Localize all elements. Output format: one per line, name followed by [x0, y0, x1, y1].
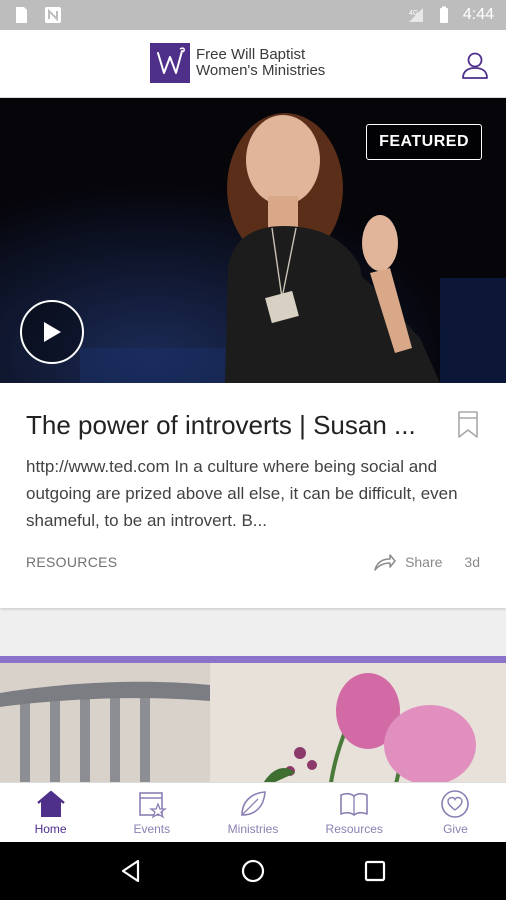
app-screen: 4G 4:44 Free Will Baptist Women's Minist… [0, 0, 506, 900]
app-header: Free Will Baptist Women's Ministries [0, 30, 506, 98]
logo-monogram [150, 43, 190, 83]
back-icon[interactable] [118, 858, 144, 884]
card-body: The power of introverts | Susan ... http… [0, 383, 506, 572]
category-label[interactable]: RESOURCES [26, 554, 117, 570]
hero-image[interactable]: FEATURED [0, 98, 506, 383]
share-label: Share [405, 554, 443, 570]
play-button[interactable] [20, 300, 84, 364]
share-button[interactable]: Share [373, 552, 442, 572]
status-time: 4:44 [462, 6, 494, 23]
svg-text:4G: 4G [409, 10, 418, 17]
nav-ministries-label: Ministries [227, 822, 279, 836]
bookmark-icon[interactable] [456, 410, 480, 440]
logo-w-icon [150, 43, 190, 83]
notification-n-icon [45, 7, 61, 23]
home-icon [36, 790, 65, 817]
nav-give-label: Give [443, 822, 468, 836]
leaf-icon [241, 791, 266, 816]
signal-icon: 4G [408, 8, 423, 22]
person-icon[interactable] [460, 50, 490, 80]
card-description: http://www.ted.com In a culture where be… [26, 457, 458, 530]
share-arrow-icon [374, 554, 396, 571]
status-left [12, 6, 62, 24]
nav-home-label: Home [34, 822, 67, 836]
featured-badge: FEATURED [366, 124, 482, 160]
logo-line-1: Free Will Baptist [196, 46, 306, 63]
system-nav-bar [0, 842, 506, 900]
book-icon [340, 792, 369, 816]
nav-ministries[interactable]: Ministries [202, 783, 303, 842]
bottom-nav: Home Events Ministries Resources Give [0, 782, 506, 842]
status-bar: 4G 4:44 [0, 0, 506, 30]
calendar-star-icon [138, 792, 167, 819]
brand-logo[interactable]: Free Will Baptist Women's Ministries [150, 43, 325, 83]
home-circle-icon[interactable] [240, 858, 266, 884]
time-ago: 3d [464, 554, 480, 570]
nav-resources[interactable]: Resources [304, 783, 405, 842]
status-right: 4G 4:44 [407, 6, 494, 24]
battery-icon [439, 6, 448, 23]
featured-card[interactable]: FEATURED The power of introverts | Susan… [0, 98, 506, 608]
tulips-photo [0, 663, 506, 782]
nav-events[interactable]: Events [101, 783, 202, 842]
card-title[interactable]: The power of introverts | Susan ... [26, 410, 436, 441]
recents-icon[interactable] [362, 858, 388, 884]
nav-home[interactable]: Home [0, 783, 101, 842]
nav-resources-label: Resources [325, 822, 383, 836]
next-card[interactable] [0, 656, 506, 782]
nav-give[interactable]: Give [405, 783, 506, 842]
logo-text: Free Will Baptist Women's Ministries [196, 47, 325, 79]
card-footer: RESOURCES Share 3d [26, 552, 480, 572]
sd-card-icon [16, 7, 27, 23]
logo-line-2: Women's Ministries [196, 62, 326, 79]
play-icon [44, 322, 61, 342]
heart-circle-icon [441, 790, 470, 818]
nav-events-label: Events [133, 822, 171, 836]
